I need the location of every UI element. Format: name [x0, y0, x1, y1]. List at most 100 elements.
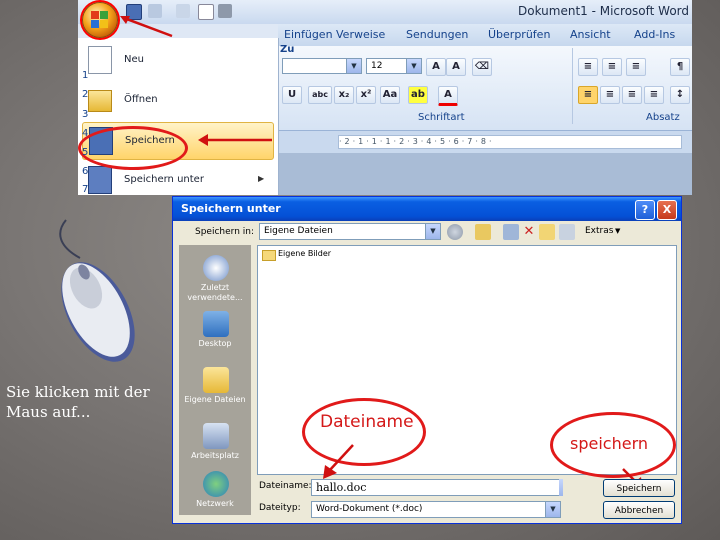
- highlight-icon[interactable]: ab: [408, 86, 428, 104]
- grow-font-icon[interactable]: A: [426, 58, 446, 76]
- save-button[interactable]: Speichern: [603, 479, 675, 497]
- tab-verweise[interactable]: Verweise: [336, 28, 385, 41]
- instruction-caption: Sie klicken mit der Maus auf...: [6, 383, 150, 421]
- recent-item-number[interactable]: 4: [82, 128, 88, 139]
- document-area: [278, 153, 692, 195]
- new-document-icon: [88, 46, 112, 74]
- filetype-combo[interactable]: Word-Dokument (*.doc) ▼: [311, 501, 561, 518]
- filetype-label: Dateityp:: [259, 503, 301, 513]
- ribbon-tabs: Einfügen Verweise Sendungen Überprüfen A…: [278, 24, 692, 46]
- tab-sendungen[interactable]: Sendungen: [406, 28, 468, 41]
- place-my-documents[interactable]: Eigene Dateien: [183, 363, 247, 417]
- tab-ansicht[interactable]: Ansicht: [570, 28, 611, 41]
- subscript-button[interactable]: x₂: [334, 86, 354, 104]
- chevron-down-icon[interactable]: ▼: [425, 224, 440, 239]
- recent-clock-icon: [203, 255, 229, 281]
- open-folder-icon: [88, 90, 112, 112]
- justify-icon[interactable]: ≡: [644, 86, 664, 104]
- list-item[interactable]: Eigene Bilder: [258, 246, 378, 262]
- recent-item-number[interactable]: 5: [82, 147, 88, 158]
- numbering-icon[interactable]: ≡: [602, 58, 622, 76]
- filename-field[interactable]: hallo.doc: [311, 479, 561, 496]
- places-bar: Zuletzt verwendete... Desktop Eigene Dat…: [179, 245, 251, 515]
- align-left-icon[interactable]: ≡: [578, 86, 598, 104]
- clear-format-icon[interactable]: ⌫: [472, 58, 492, 76]
- recent-item-number[interactable]: 3: [82, 109, 88, 120]
- desktop-icon: [203, 311, 229, 337]
- place-recent[interactable]: Zuletzt verwendete...: [183, 251, 247, 305]
- file-name: Eigene Bilder: [278, 249, 332, 258]
- menu-item-neu[interactable]: Neu: [82, 42, 272, 78]
- help-button[interactable]: ?: [635, 200, 655, 220]
- superscript-button[interactable]: x²: [356, 86, 376, 104]
- new-folder-icon[interactable]: [539, 224, 555, 240]
- chevron-down-icon[interactable]: ▼: [545, 502, 560, 517]
- recent-item-number[interactable]: 7: [82, 184, 88, 195]
- chevron-down-icon[interactable]: ▼: [346, 59, 361, 73]
- place-network[interactable]: Netzwerk: [183, 467, 247, 521]
- shrink-font-icon[interactable]: A: [446, 58, 466, 76]
- font-color-icon[interactable]: A: [438, 86, 458, 106]
- arrow-to-office-button: [120, 16, 173, 38]
- line-spacing-icon[interactable]: ↕: [670, 86, 690, 104]
- multilevel-list-icon[interactable]: ≡: [626, 58, 646, 76]
- recent-item-number[interactable]: 2: [82, 89, 88, 100]
- font-size-combo[interactable]: 12 ▼: [366, 58, 422, 74]
- folder-icon: [262, 250, 276, 261]
- menu-item-oeffnen[interactable]: Öffnen: [82, 82, 272, 118]
- filename-value: hallo.doc: [316, 481, 367, 494]
- highlight-oval-speichern: [78, 126, 188, 170]
- submenu-arrow-icon: ▶: [258, 174, 265, 183]
- word-window: Dokument1 - Microsoft Word nicht Einfüge…: [78, 0, 692, 195]
- my-documents-folder-icon: [203, 367, 229, 393]
- recent-item-number[interactable]: 1: [82, 70, 88, 81]
- underline-button[interactable]: U: [282, 86, 302, 104]
- place-my-computer[interactable]: Arbeitsplatz: [183, 419, 247, 473]
- lookin-combo[interactable]: Eigene Dateien ▼: [259, 223, 441, 240]
- annotation-dateiname: Dateiname: [320, 412, 414, 432]
- office-menu: Neu Öffnen Speichern Speichern unter ▶ 1…: [78, 38, 294, 195]
- chevron-down-icon: ▼: [615, 227, 621, 235]
- my-computer-icon: [203, 423, 229, 449]
- up-folder-icon[interactable]: [475, 224, 491, 240]
- tab-ueberpruefen[interactable]: Überprüfen: [488, 28, 550, 41]
- tab-einfuegen[interactable]: Einfügen: [284, 28, 333, 41]
- views-icon[interactable]: [559, 224, 575, 240]
- chevron-down-icon[interactable]: ▼: [406, 59, 421, 73]
- place-desktop[interactable]: Desktop: [183, 307, 247, 361]
- tools-menu[interactable]: Extras: [585, 226, 613, 236]
- computer-mouse-icon: [59, 219, 135, 362]
- back-icon[interactable]: [447, 224, 463, 240]
- arrow-to-filename: [323, 444, 354, 479]
- lookin-label: Speichern in:: [195, 227, 254, 237]
- ruler-scale: ·2·1·1·1·2·3·4·5·6·7·8·: [338, 135, 682, 149]
- save-as-dialog: Speichern unter ? X Speichern in: Eigene…: [172, 196, 682, 524]
- cancel-button[interactable]: Abbrechen: [603, 501, 675, 519]
- delete-icon[interactable]: ✕: [521, 224, 537, 240]
- filetype-value: Word-Dokument (*.doc): [316, 504, 423, 514]
- office-button[interactable]: [82, 2, 118, 38]
- align-right-icon[interactable]: ≡: [622, 86, 642, 104]
- ruler: ·2·1·1·1·2·3·4·5·6·7·8·: [278, 131, 692, 153]
- menu-item-label: Speichern unter: [124, 174, 204, 185]
- search-web-icon[interactable]: [503, 224, 519, 240]
- window-title: Dokument1 - Microsoft Word nicht: [518, 4, 692, 18]
- new-document-icon[interactable]: [198, 4, 214, 20]
- close-button[interactable]: X: [657, 200, 677, 220]
- bullets-icon[interactable]: ≡: [578, 58, 598, 76]
- change-case-button[interactable]: Aa: [380, 86, 400, 104]
- font-name-combo[interactable]: ▼: [282, 58, 362, 74]
- pilcrow-icon[interactable]: ¶: [670, 58, 690, 76]
- tab-add-ins[interactable]: Add-Ins: [634, 28, 675, 41]
- annotation-speichern: speichern: [570, 434, 648, 453]
- filename-history-combo[interactable]: ▼: [559, 479, 563, 496]
- lookin-value: Eigene Dateien: [264, 226, 333, 236]
- chevron-down-icon[interactable]: ▼: [559, 479, 563, 496]
- office-logo-icon: [91, 11, 99, 19]
- align-center-icon[interactable]: ≡: [600, 86, 620, 104]
- place-label: Netzwerk: [196, 499, 234, 508]
- redo-icon[interactable]: [176, 4, 190, 18]
- recent-item-number[interactable]: 6: [82, 166, 88, 177]
- strikethrough-button[interactable]: abc: [308, 86, 332, 104]
- print-icon[interactable]: [218, 4, 232, 18]
